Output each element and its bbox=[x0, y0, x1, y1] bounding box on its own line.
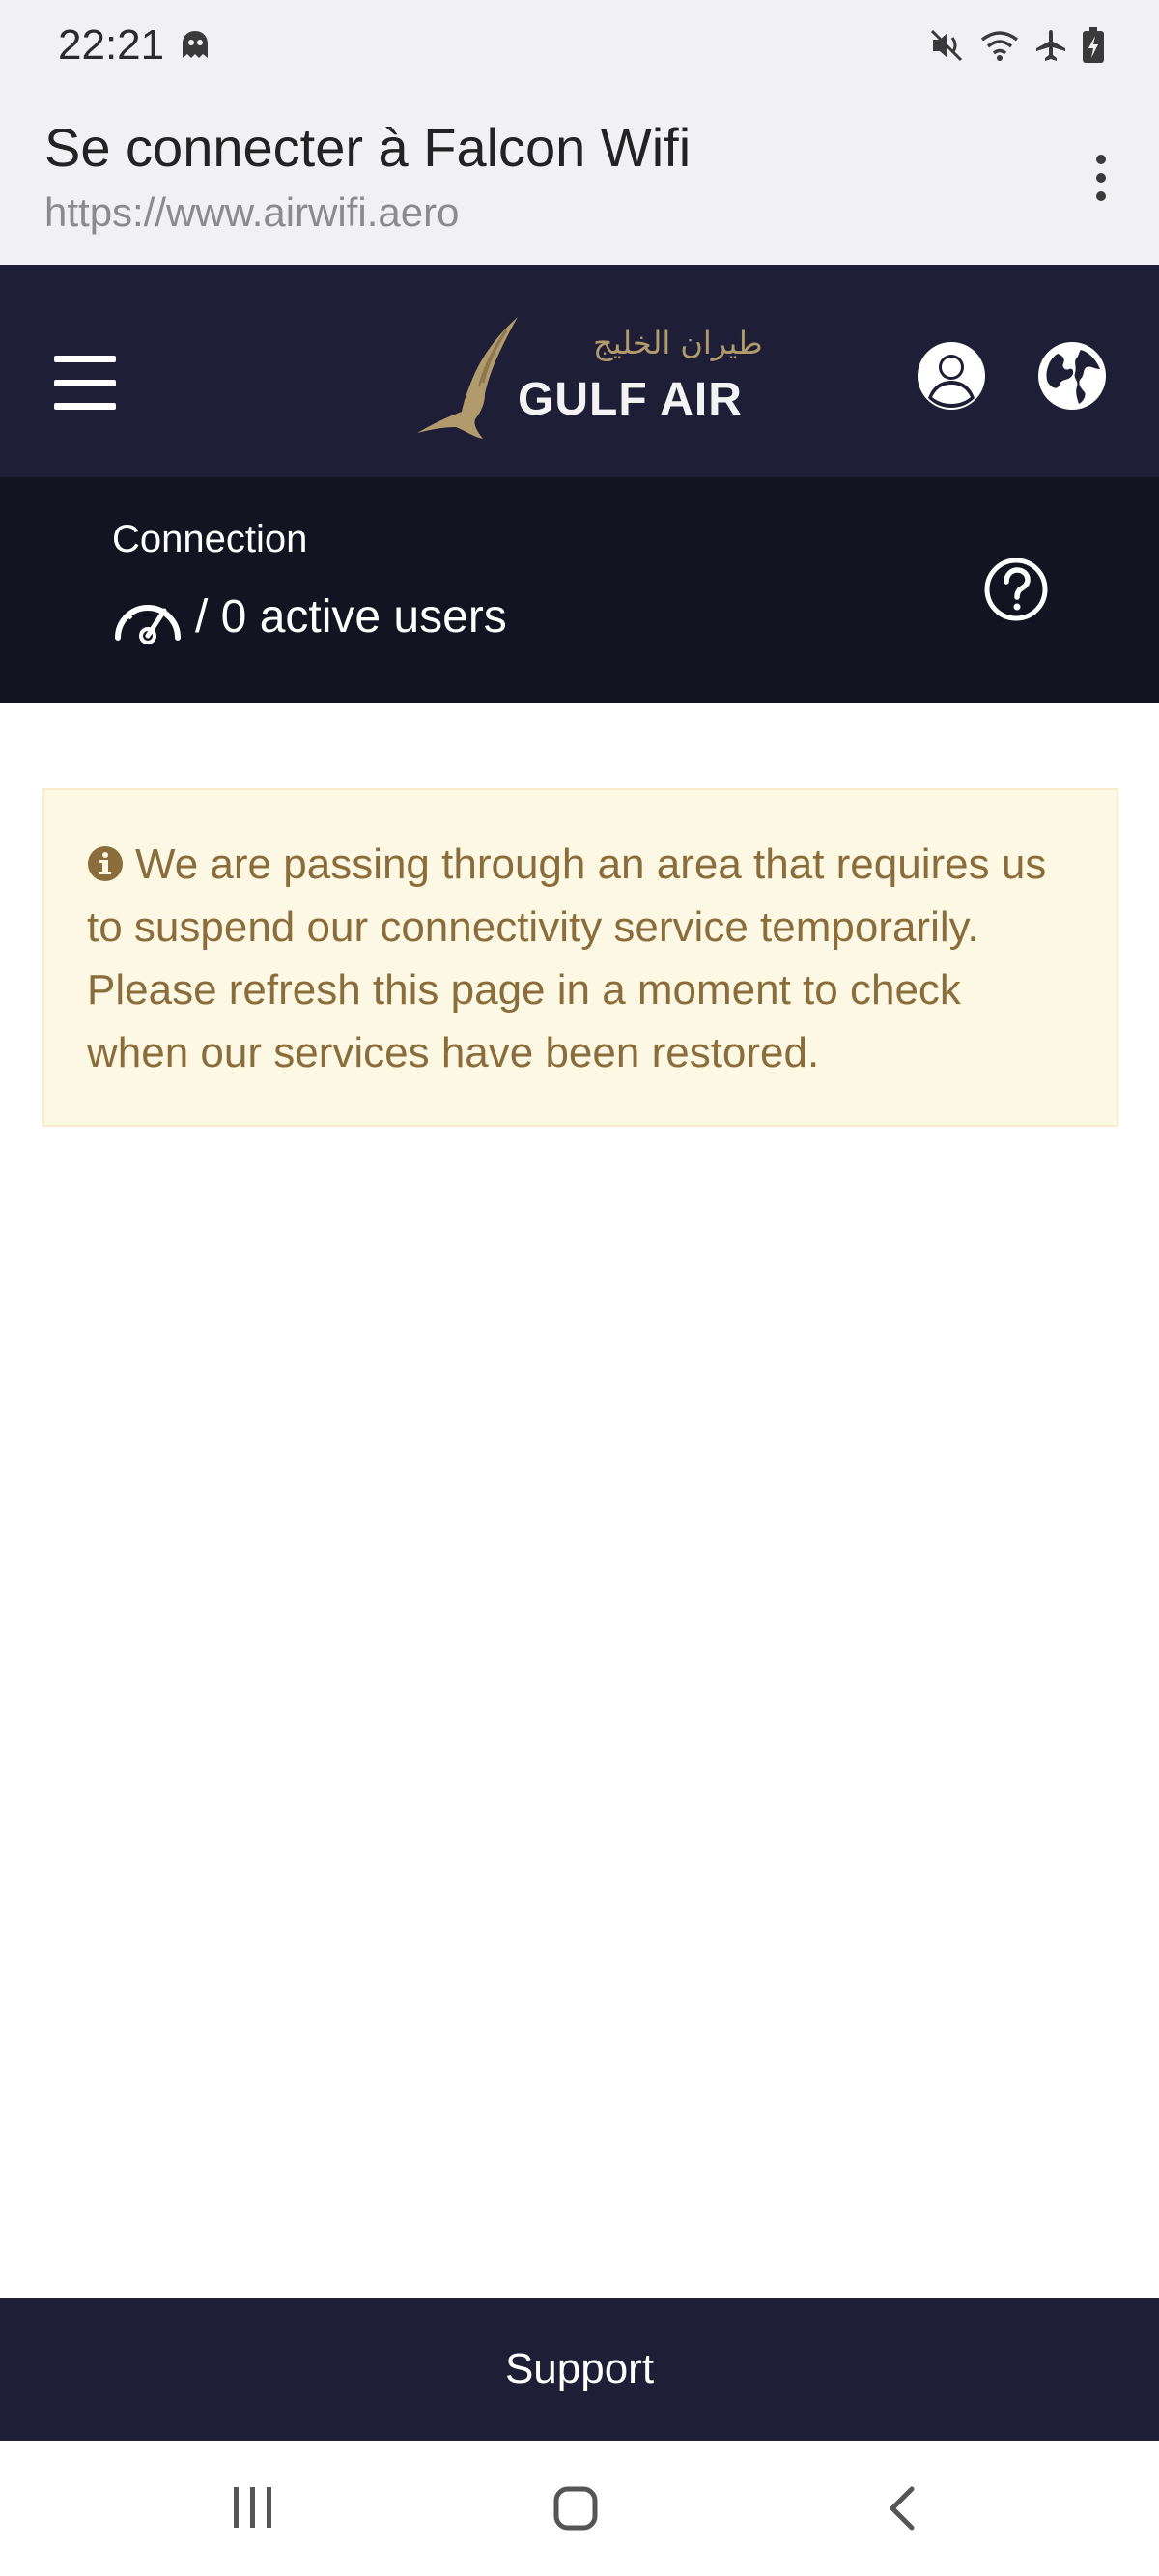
browser-url[interactable]: https://www.airwifi.aero bbox=[44, 189, 459, 236]
battery-charging-icon bbox=[1083, 27, 1104, 63]
info-circle-icon bbox=[88, 846, 123, 881]
more-vert-icon[interactable] bbox=[1082, 149, 1120, 207]
hamburger-icon[interactable] bbox=[54, 356, 116, 410]
airplane-mode-icon bbox=[1036, 30, 1065, 61]
browser-header: Se connecter à Falcon Wifi https://www.a… bbox=[0, 93, 1159, 265]
active-users-text: / 0 active users bbox=[195, 590, 507, 643]
gulf-air-logo[interactable]: طيران الخليج GULF AIR bbox=[413, 315, 763, 441]
globe-icon[interactable] bbox=[1036, 340, 1108, 412]
support-footer: Support bbox=[0, 2298, 1159, 2441]
help-circle-icon[interactable] bbox=[983, 557, 1049, 622]
recents-icon[interactable] bbox=[230, 2483, 276, 2532]
wifi-icon bbox=[980, 31, 1019, 61]
mute-icon bbox=[930, 29, 963, 62]
connection-bar: Connection / 0 active users bbox=[0, 477, 1159, 703]
home-icon[interactable] bbox=[552, 2485, 599, 2532]
account-circle-icon[interactable] bbox=[916, 340, 987, 412]
gauge-icon bbox=[115, 605, 181, 644]
falcon-logo-icon bbox=[417, 317, 518, 439]
back-icon[interactable] bbox=[885, 2483, 919, 2533]
support-link[interactable]: Support bbox=[0, 2298, 1159, 2441]
logo-arabic-text: طيران الخليج bbox=[593, 325, 763, 361]
status-time: 22:21 bbox=[58, 21, 165, 69]
logo-wordmark: GULF AIR bbox=[518, 374, 743, 425]
service-suspended-alert: We are passing through an area that requ… bbox=[42, 788, 1118, 1127]
ghost-app-icon bbox=[183, 31, 208, 58]
connection-status: / 0 active users bbox=[112, 589, 507, 644]
connection-label: Connection bbox=[112, 518, 308, 560]
browser-page-title: Se connecter à Falcon Wifi bbox=[44, 117, 692, 178]
alert-message: We are passing through an area that requ… bbox=[87, 833, 1074, 1084]
site-navbar: طيران الخليج GULF AIR bbox=[0, 265, 1159, 477]
android-nav-bar bbox=[0, 2441, 1159, 2576]
status-bar: 22:21 bbox=[0, 0, 1159, 93]
alert-message-text: We are passing through an area that requ… bbox=[87, 841, 1047, 1076]
status-icons bbox=[929, 27, 1105, 64]
page: 22:21 Se connecter à Falcon Wifi https:/… bbox=[0, 0, 1159, 2576]
